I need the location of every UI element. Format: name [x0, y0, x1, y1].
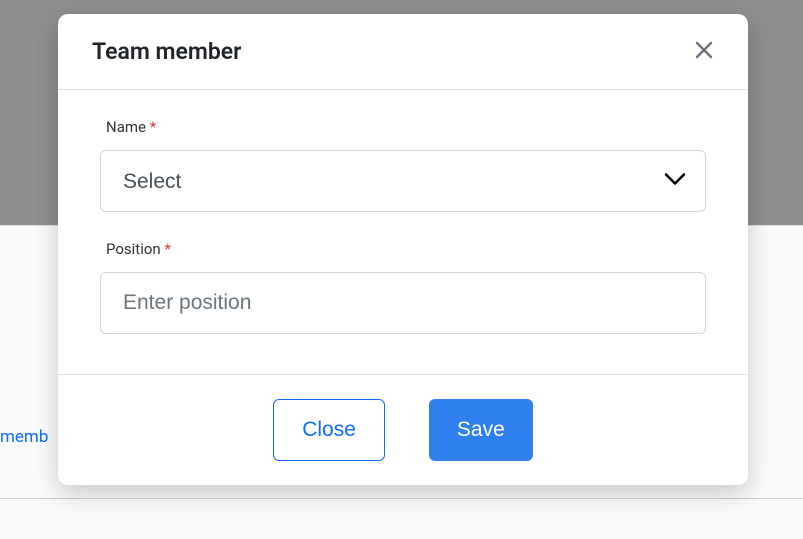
name-label-text: Name	[106, 118, 146, 136]
background-divider	[0, 498, 803, 499]
required-marker: *	[150, 118, 156, 136]
close-icon-button[interactable]	[690, 36, 718, 67]
background-link-fragment: memb	[0, 427, 48, 447]
save-button[interactable]: Save	[429, 399, 533, 461]
name-label: Name *	[100, 118, 706, 136]
name-select[interactable]: Select	[100, 150, 706, 212]
required-marker: *	[164, 240, 170, 258]
close-icon	[694, 40, 714, 63]
modal-title: Team member	[92, 38, 241, 65]
modal-body: Name * Select Position *	[58, 90, 748, 374]
position-label: Position *	[100, 240, 706, 258]
position-label-text: Position	[106, 240, 161, 258]
name-field-group: Name * Select	[100, 118, 706, 212]
name-select-wrapper: Select	[100, 150, 706, 212]
modal-footer: Close Save	[58, 374, 748, 485]
modal-header: Team member	[58, 14, 748, 90]
position-input[interactable]	[100, 272, 706, 334]
close-button[interactable]: Close	[273, 399, 385, 461]
position-field-group: Position *	[100, 240, 706, 334]
team-member-modal: Team member Name * Select Po	[58, 14, 748, 485]
